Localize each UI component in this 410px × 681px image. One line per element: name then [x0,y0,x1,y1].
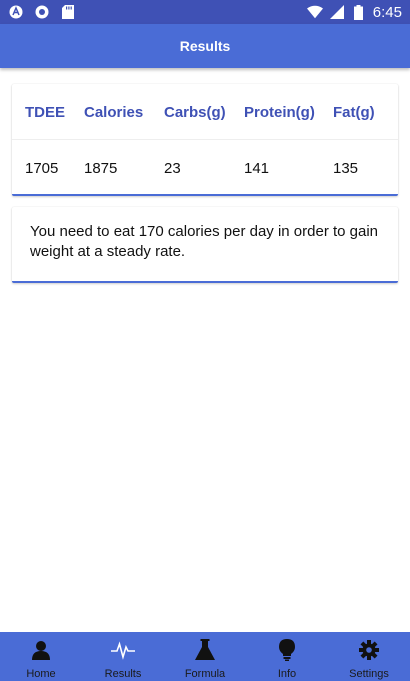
flask-icon [193,638,217,662]
pulse-icon [111,638,135,662]
nav-formula-label: Formula [184,668,226,680]
status-right-icons: 6:45 [306,3,402,21]
lightbulb-icon [275,638,299,662]
value-fat: 135 [333,159,359,177]
signal-icon [329,4,345,20]
person-icon [29,638,53,662]
table-row: 1705 1875 23 141 135 [12,140,398,196]
header-protein: Protein(g) [244,103,315,121]
battery-icon [351,4,367,20]
message-card: You need to eat 170 calories per day in … [12,207,398,283]
header-carbs: Carbs(g) [164,103,226,121]
value-carbs: 23 [164,159,181,177]
page-title: Results [179,38,231,54]
status-time: 6:45 [372,3,402,21]
header-calories: Calories [84,103,144,121]
value-tdee: 1705 [25,159,59,177]
nav-home-label: Home [26,668,56,680]
nav-info-label: Info [277,668,297,680]
value-calories: 1875 [84,159,118,177]
wifi-icon [306,4,323,20]
circle-icon [34,4,50,20]
value-protein: 141 [244,159,270,177]
table-header-row: TDEE Calories Carbs(g) Protein(g) Fat(g) [12,84,398,140]
calorie-advice-text: You need to eat 170 calories per day in … [30,223,379,260]
nav-formula[interactable]: Formula [164,632,246,681]
header-fat: Fat(g) [333,103,375,121]
nav-settings-label: Settings [349,668,389,680]
header-tdee: TDEE [25,103,66,121]
nav-results[interactable]: Results [82,632,164,681]
sd-card-icon [60,4,76,20]
nav-home[interactable]: Home [0,632,82,681]
nav-info[interactable]: Info [246,632,328,681]
nav-settings[interactable]: Settings [328,632,410,681]
app-bar: Results [0,24,410,68]
status-bar: 6:45 [0,0,410,24]
app-logo-icon [8,4,24,20]
status-left-icons [8,4,76,20]
nav-results-label: Results [104,668,142,680]
gear-icon [357,638,381,662]
bottom-nav: Home Results Formula Info Settings [0,632,410,681]
results-table-card: TDEE Calories Carbs(g) Protein(g) Fat(g)… [12,84,398,196]
